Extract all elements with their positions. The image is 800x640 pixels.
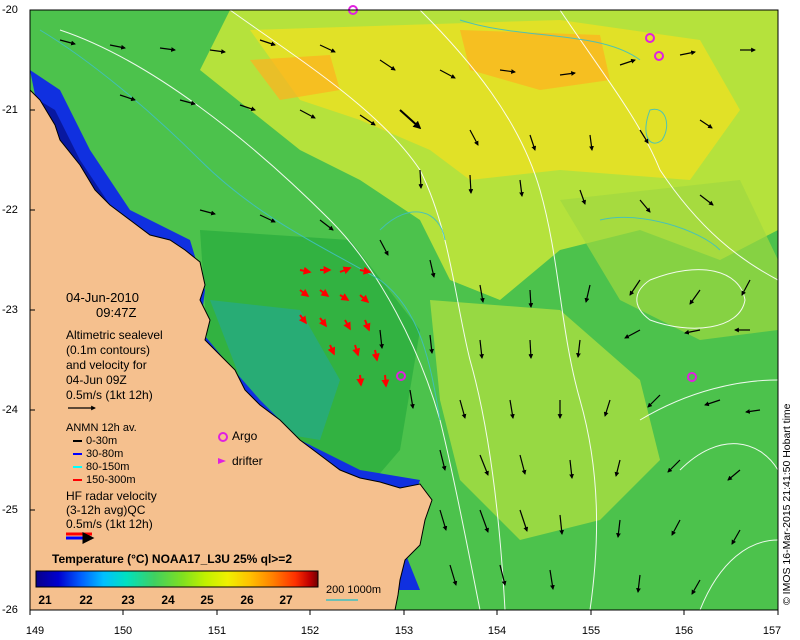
colorbar-label: 23	[121, 593, 135, 607]
colorbar-label: 22	[79, 593, 93, 607]
lat-tick: -25	[2, 504, 18, 516]
anmn-title: ANMN 12h av.	[66, 422, 137, 434]
lon-tick: 152	[300, 625, 320, 637]
altimetry-line: 04-Jun 09Z	[66, 373, 127, 387]
colorbar-label: 24	[161, 593, 175, 607]
map-time: 09:47Z	[96, 305, 137, 320]
lat-tick: -21	[2, 104, 18, 116]
lat-tick: -23	[2, 304, 18, 316]
altimetry-line: (0.1m contours)	[66, 343, 151, 357]
altimetry-line: Altimetric sealevel	[66, 328, 163, 342]
colorbar-label: 26	[240, 593, 254, 607]
anmn-item-label: 30-80m	[86, 448, 124, 460]
altimetry-line: and velocity for	[66, 358, 147, 372]
anmn-item-label: 0-30m	[86, 435, 118, 447]
colorbar-label: 25	[200, 593, 214, 607]
sst-map	[29, 5, 779, 615]
drifter-legend-label: drifter	[232, 454, 263, 468]
lon-tick: 157	[762, 625, 782, 637]
lat-tick: -24	[2, 404, 18, 416]
argo-legend-label: Argo	[232, 429, 258, 443]
lon-tick: 156	[674, 625, 694, 637]
anmn-item-label: 80-150m	[86, 461, 130, 473]
contour-legend-label: 200 1000m	[326, 584, 382, 596]
colorbar-label: 21	[38, 593, 52, 607]
hf-scale-label: 0.5m/s (1kt 12h)	[66, 517, 153, 531]
lon-tick: 151	[207, 625, 227, 637]
map-date: 04-Jun-2010	[66, 290, 139, 305]
lat-tick: -26	[2, 604, 18, 616]
colorbar-title: Temperature (°C) NOAA17_L3U 25% ql>=2	[52, 552, 292, 566]
lat-tick: -22	[2, 204, 18, 216]
altimetry-scale-label: 0.5m/s (1kt 12h)	[66, 388, 153, 402]
hf-line: (3-12h avg)QC	[66, 503, 146, 517]
lon-tick: 154	[487, 625, 507, 637]
anmn-item-label: 150-300m	[86, 474, 136, 486]
lon-tick: 150	[113, 625, 133, 637]
credit-text: © IMOS 16-Mar-2015 21:41:50 Hobart time	[781, 403, 793, 606]
lon-tick: 149	[25, 625, 45, 637]
lat-tick: -20	[2, 4, 18, 16]
temperature-colorbar	[35, 570, 319, 588]
hf-line: HF radar velocity	[66, 489, 157, 503]
lon-tick: 155	[581, 625, 601, 637]
lon-tick: 153	[394, 625, 414, 637]
colorbar-label: 27	[279, 593, 293, 607]
